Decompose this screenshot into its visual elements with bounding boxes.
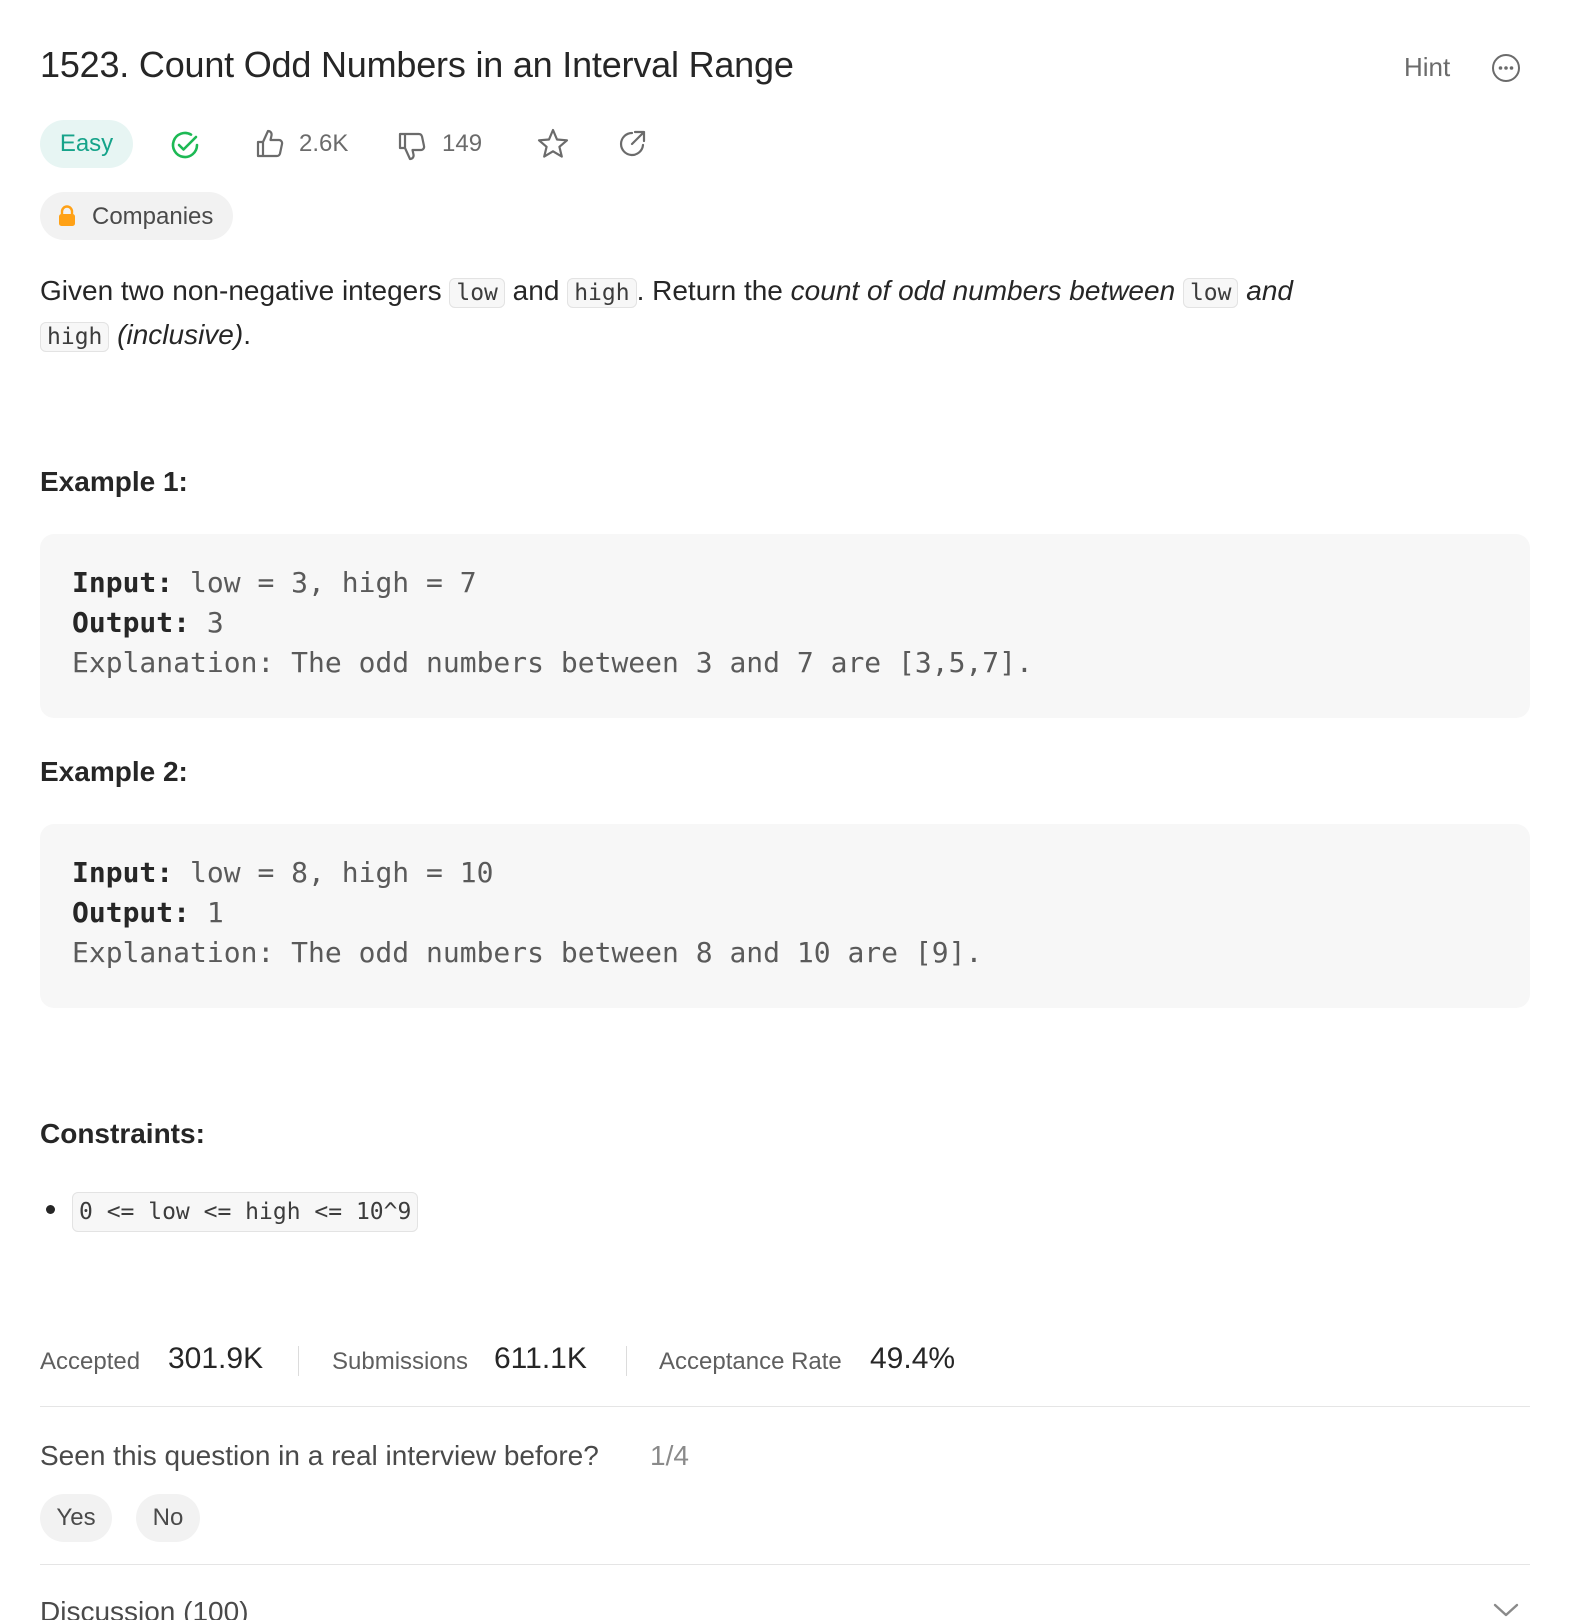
input-value: low = 8, high = 10 [173,856,494,889]
share-icon[interactable] [616,128,648,160]
accepted-label: Accepted [40,1348,141,1375]
divider [40,1564,1530,1565]
difficulty-badge: Easy [40,120,133,168]
more-options-icon[interactable] [1491,53,1521,83]
stat-divider [626,1346,627,1376]
divider [40,1406,1530,1407]
output-label: Output: [72,896,191,929]
companies-button[interactable]: Companies [40,192,233,240]
problem-description-page: 1523. Count Odd Numbers in an Interval R… [0,0,1572,1620]
acceptance-rate-value: 49.4% [870,1342,956,1375]
output-value: 3 [190,606,224,639]
input-label: Input: [72,566,174,599]
discussion-toggle[interactable]: Discussion (100) [40,1596,249,1620]
example-1-output: Output: 3 [72,606,224,639]
submissions-label: Submissions [332,1348,469,1375]
problem-description: Given two non-negative integers low and … [40,270,1520,358]
submissions-value: 611.1K [494,1342,587,1375]
example-2-title: Example 2: [40,756,188,787]
description-text: Given two non-negative integers [40,275,450,306]
inline-code-high: high [567,278,637,308]
star-icon[interactable] [536,127,570,161]
thumbs-down-icon[interactable] [396,130,428,162]
description-text: and [504,275,568,306]
description-text: . Return the [636,275,791,306]
constraints-title: Constraints: [40,1118,205,1149]
description-emphasis: (inclusive) [117,319,244,350]
submission-stats: Accepted 301.9K Submissions 611.1K Accep… [40,1340,1140,1384]
example-1-explanation: Explanation: The odd numbers between 3 a… [72,646,1033,679]
stat-divider [298,1346,299,1376]
example-1-block: Input: low = 3, high = 7 Output: 3 Expla… [40,534,1530,718]
chevron-down-icon[interactable] [1492,1600,1520,1620]
example-1-title: Example 1: [40,466,188,497]
description-emphasis: count of odd numbers between [790,275,1183,306]
list-bullet [46,1205,55,1214]
inline-code-high: high [40,322,110,352]
acceptance-rate-label: Acceptance Rate [659,1348,842,1375]
interview-question: Seen this question in a real interview b… [40,1440,599,1471]
output-label: Output: [72,606,191,639]
accepted-value: 301.9K [168,1342,264,1375]
description-emphasis: and [1238,275,1293,306]
example-1-input: Input: low = 3, high = 7 [72,566,477,599]
input-value: low = 3, high = 7 [173,566,477,599]
example-2-output: Output: 1 [72,896,224,929]
dislikes-count[interactable]: 149 [442,130,482,158]
inline-code-low: low [1182,278,1239,308]
output-value: 1 [190,896,224,929]
likes-count[interactable]: 2.6K [299,130,348,158]
yes-button[interactable]: Yes [40,1494,112,1542]
example-2-explanation: Explanation: The odd numbers between 8 a… [72,936,983,969]
inline-code-low: low [449,278,505,308]
no-button[interactable]: No [136,1494,200,1542]
input-label: Input: [72,856,174,889]
interview-count: 1/4 [650,1440,689,1471]
thumbs-up-icon[interactable] [254,128,286,160]
lock-icon [59,205,75,226]
problem-title: 1523. Count Odd Numbers in an Interval R… [40,44,794,85]
example-2-input: Input: low = 8, high = 10 [72,856,493,889]
solved-check-icon [171,131,199,159]
hint-button[interactable]: Hint [1404,52,1450,83]
problem-meta-row: Easy 2.6K 149 [40,120,740,168]
description-text: . [243,319,251,350]
example-2-block: Input: low = 8, high = 10 Output: 1 Expl… [40,824,1530,1008]
constraint-item: 0 <= low <= high <= 10^9 [72,1192,419,1232]
companies-label: Companies [92,203,214,230]
